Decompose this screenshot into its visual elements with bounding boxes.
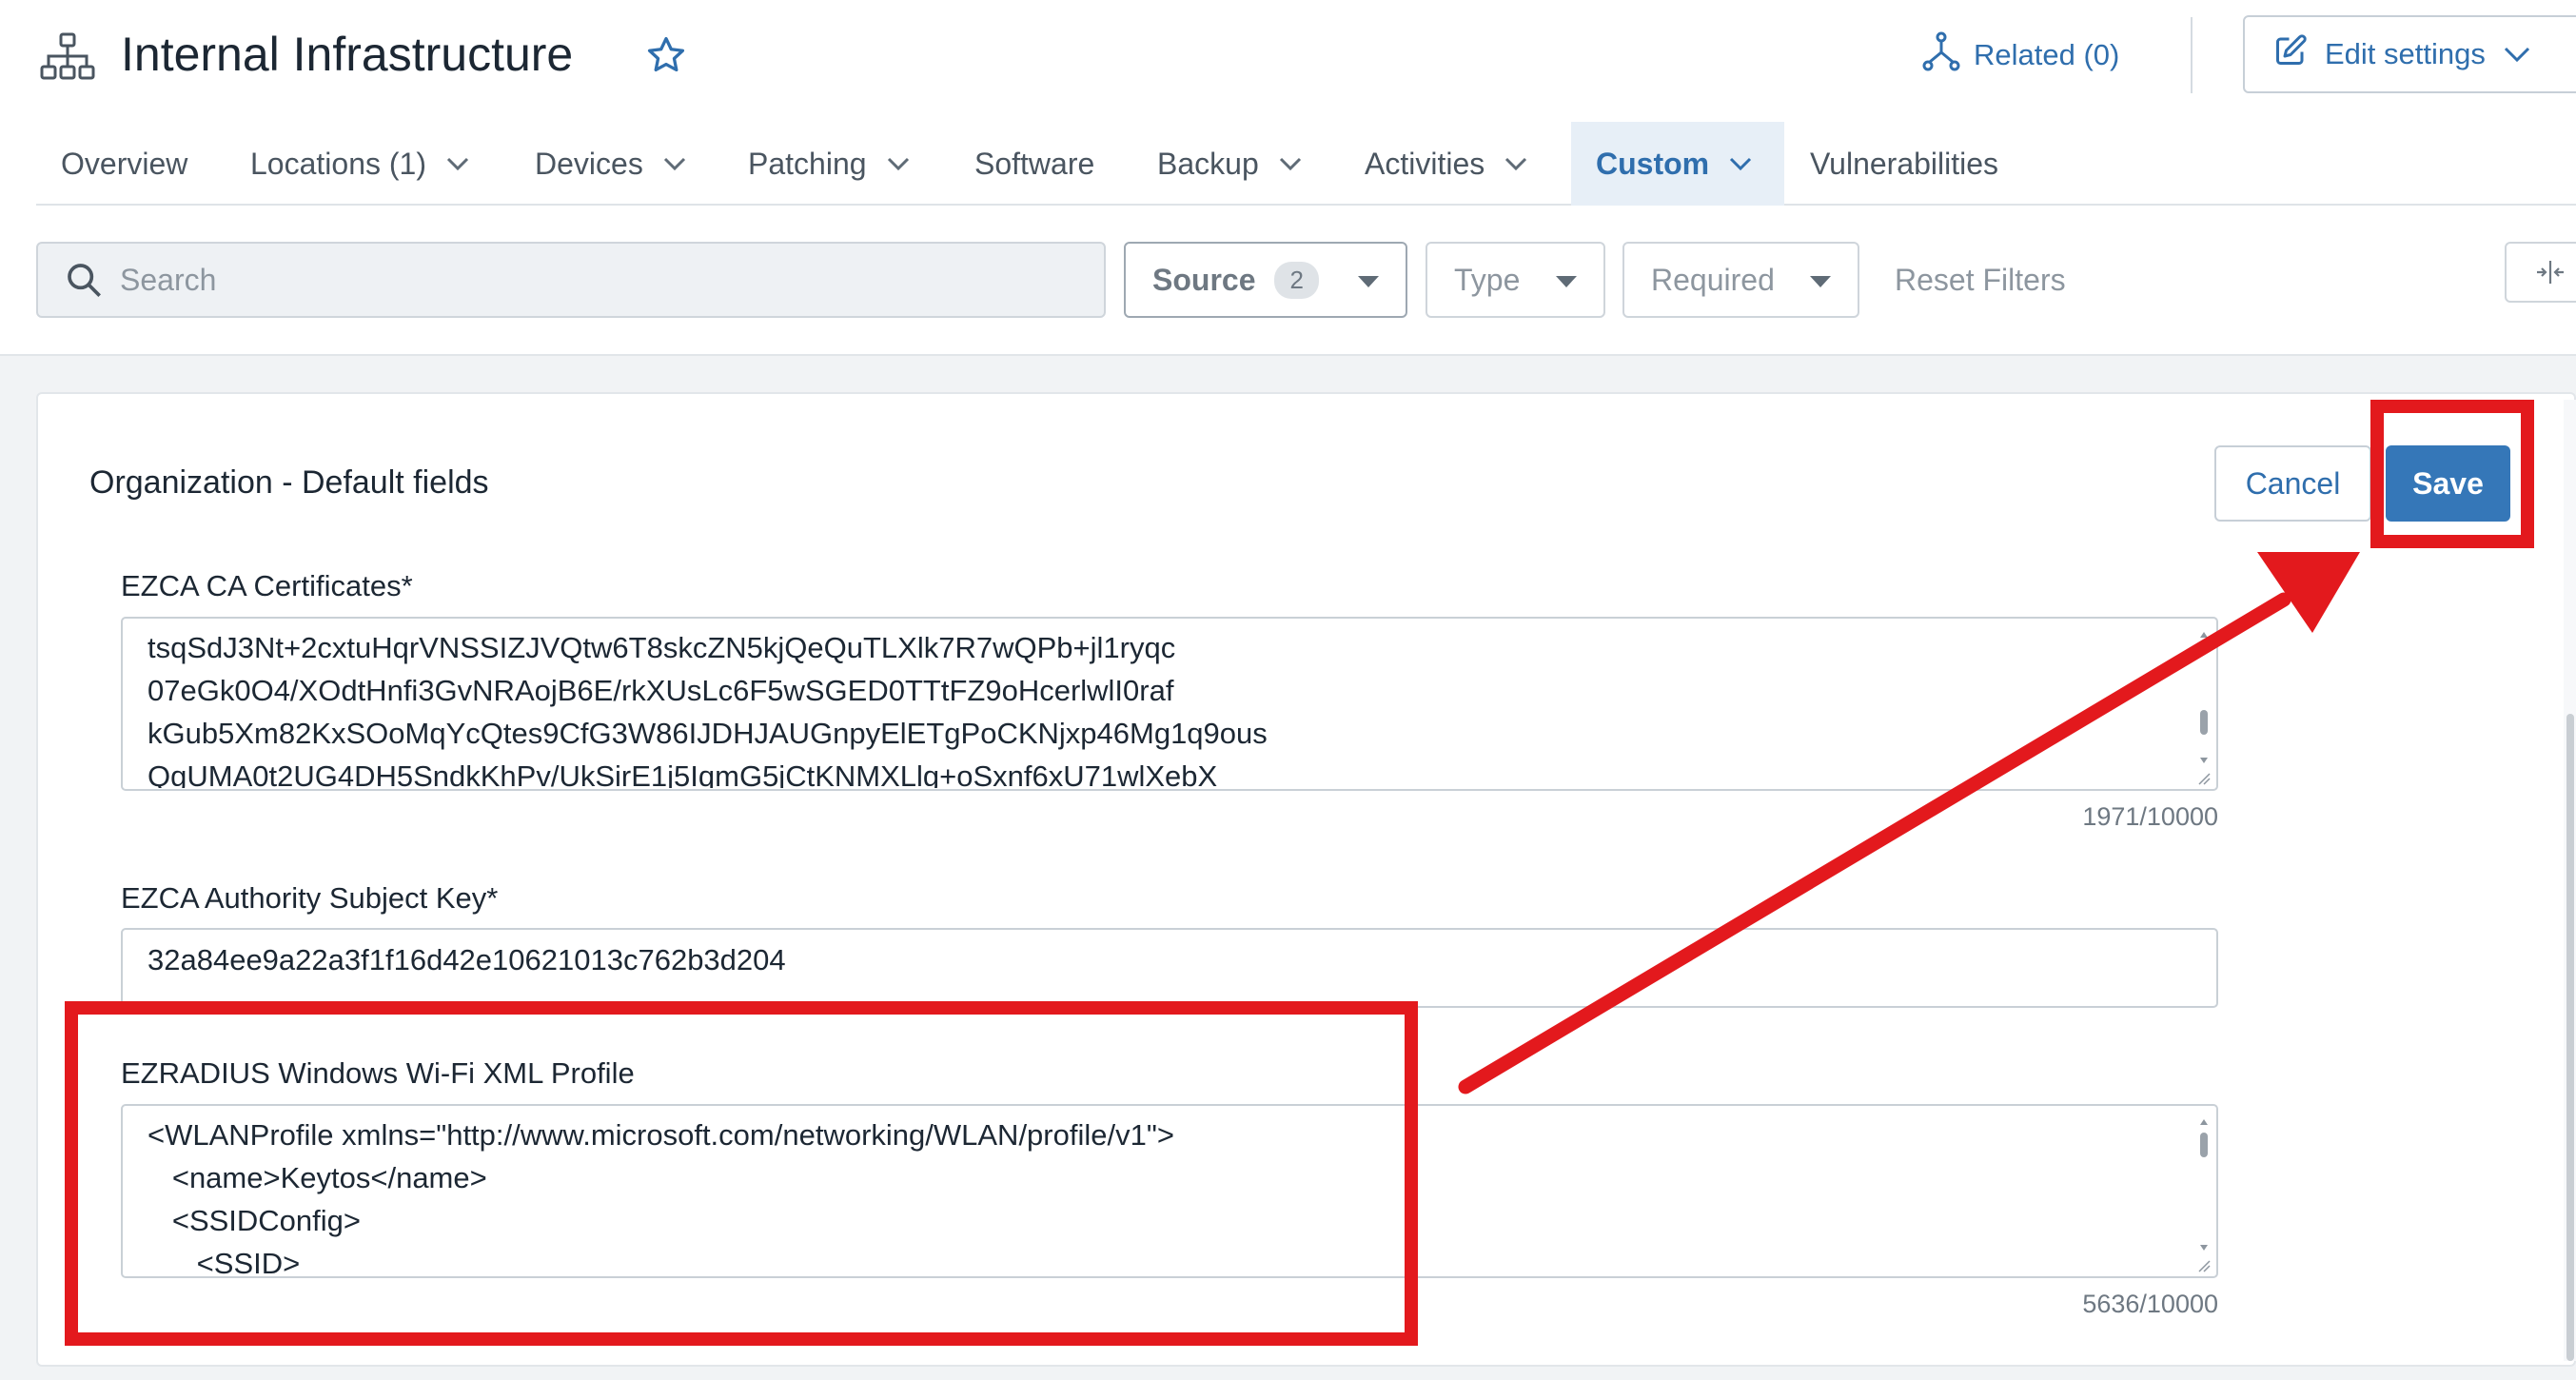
annotation-arrow [1458,552,2360,1094]
